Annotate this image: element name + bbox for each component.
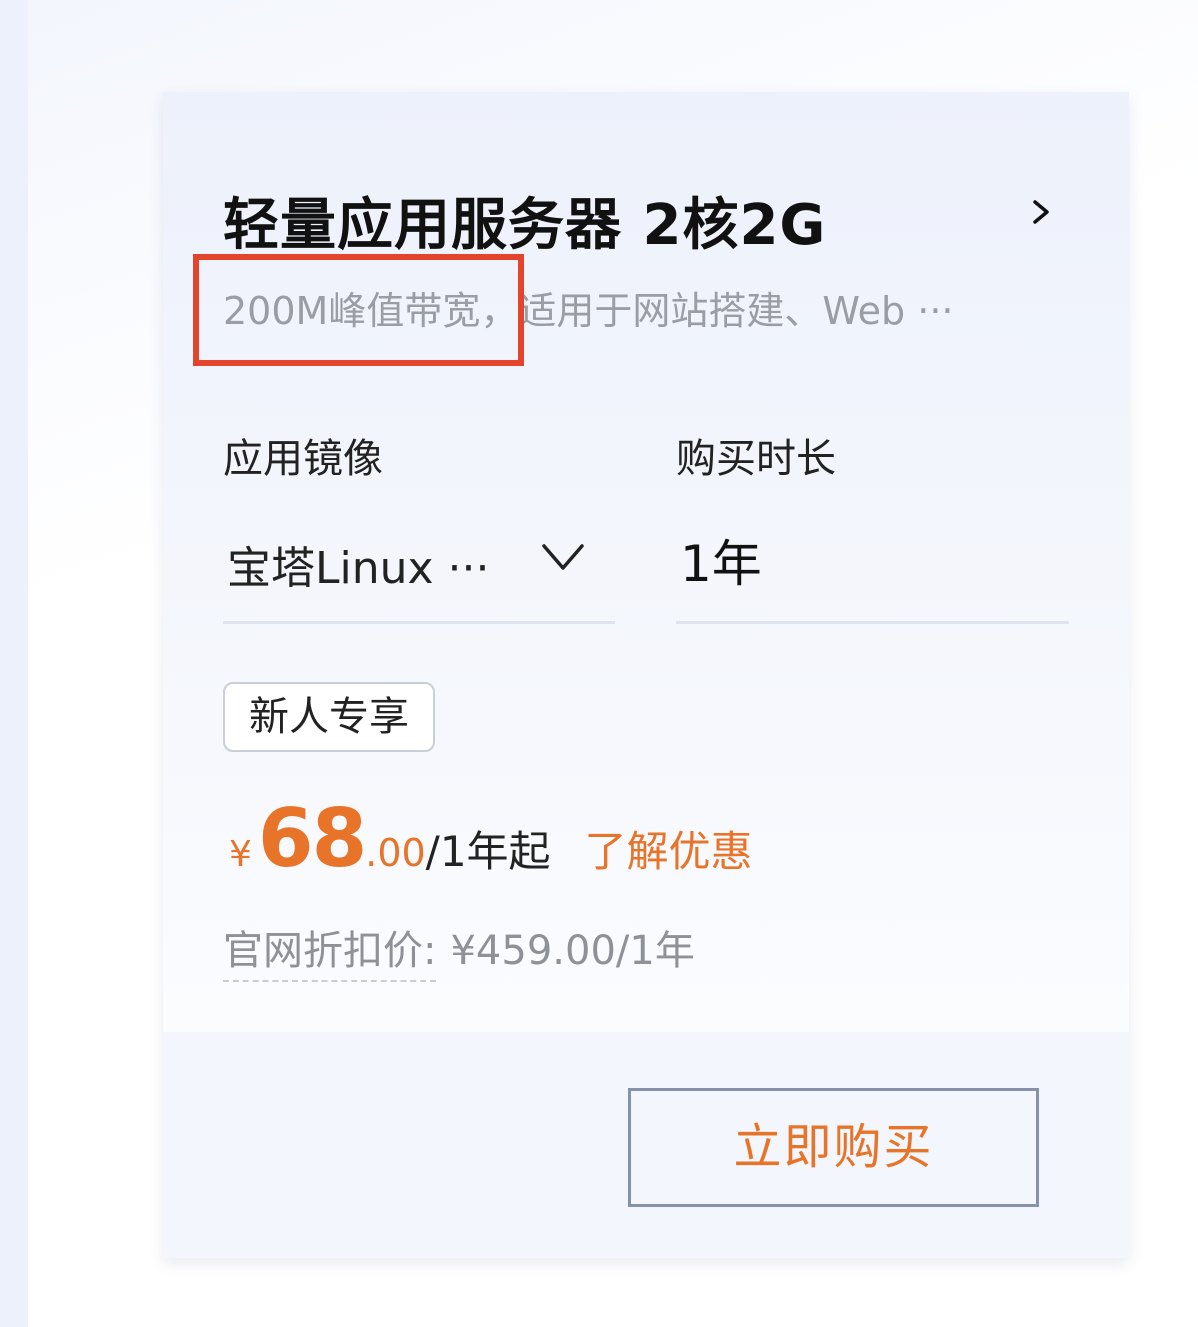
highlight-box bbox=[193, 254, 524, 366]
promo-link[interactable]: 了解优惠 bbox=[585, 818, 753, 879]
chevron-down-icon bbox=[542, 544, 584, 570]
image-label: 应用镜像 bbox=[223, 436, 383, 482]
left-edge-strip bbox=[0, 0, 28, 1327]
chevron-right-icon[interactable] bbox=[1029, 200, 1053, 224]
original-price: 官网折扣价: ¥459.00/1年 bbox=[223, 918, 695, 982]
newcomer-badge: 新人专享 bbox=[223, 682, 435, 752]
price-integer: 68 bbox=[257, 792, 367, 885]
original-price-value: ¥459.00/1年 bbox=[450, 928, 695, 974]
price-row: ¥68.00/1年起 了解优惠 bbox=[229, 792, 753, 885]
price-decimal: .00 bbox=[365, 831, 426, 875]
original-price-label[interactable]: 官网折扣价: bbox=[223, 928, 437, 982]
price-currency: ¥ bbox=[229, 834, 252, 875]
product-card: 轻量应用服务器 2核2G 200M峰值带宽，适用于网站搭建、Web ··· 应用… bbox=[163, 92, 1129, 1258]
duration-value: 1年 bbox=[680, 535, 762, 593]
image-select[interactable]: 宝塔Linux ··· bbox=[223, 510, 615, 624]
buy-now-button[interactable]: 立即购买 bbox=[628, 1088, 1039, 1207]
duration-label: 购买时长 bbox=[676, 436, 836, 482]
price-unit: /1年起 bbox=[425, 827, 551, 876]
duration-field[interactable]: 1年 bbox=[676, 510, 1069, 624]
image-select-value: 宝塔Linux ··· bbox=[227, 543, 490, 594]
product-title[interactable]: 轻量应用服务器 2核2G bbox=[223, 180, 826, 261]
